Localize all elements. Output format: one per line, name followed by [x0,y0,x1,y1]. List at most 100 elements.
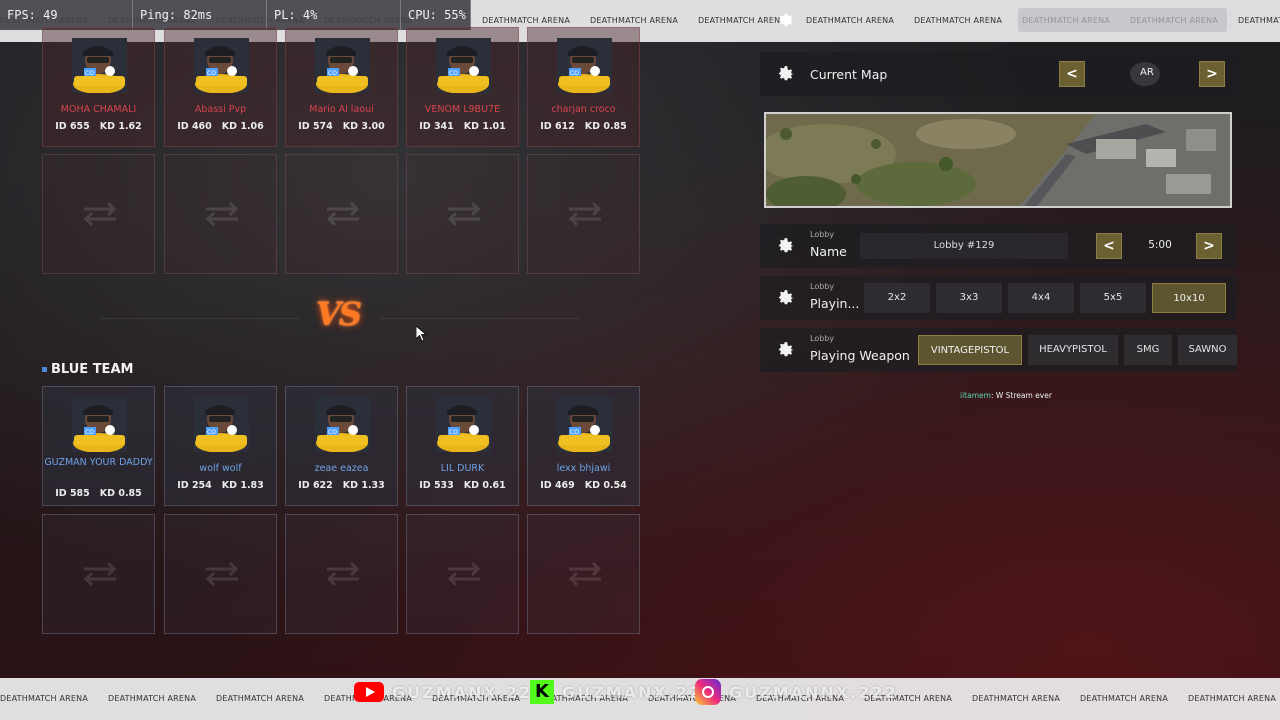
player-stats: ID 574 KD 3.00 [286,121,397,132]
red-empty-slot[interactable] [42,154,155,274]
playing-mode-sublabel: Lobby [810,282,835,291]
youtube-icon [354,682,384,702]
blue-empty-slot[interactable] [164,514,277,634]
mode-option-5x5[interactable]: 5x5 [1080,283,1146,313]
packet-loss-counter: PL: 4% [267,0,401,30]
swap-icon [323,199,363,229]
kick-icon: K [530,680,554,704]
swap-icon [202,199,242,229]
youtube-handle: GUZMANX.222 [354,678,545,706]
blue-team-dot [42,367,47,372]
instagram-handle: GUZMANNX.222 [695,678,898,706]
lobby-name-title: Name [810,244,847,259]
swap-icon [444,559,484,589]
blue-empty-slot[interactable] [42,514,155,634]
kick-handle: K GUZMANX.222 [530,678,715,706]
blue-player-card[interactable]: CO zeae eazea ID 622 KD 1.33 [285,386,398,506]
blue-player-card[interactable]: CO LIL DURK ID 533 KD 0.61 [406,386,519,506]
red-empty-slot[interactable] [406,154,519,274]
red-empty-slot[interactable] [164,154,277,274]
current-map-row: Current Map < AR > [760,52,1237,96]
map-next-button[interactable]: > [1199,61,1225,87]
svg-text:CO: CO [449,429,458,436]
blue-empty-slot[interactable] [406,514,519,634]
player-name: lexx bhjawi [556,463,611,474]
player-id: ID 622 [298,480,333,491]
player-name: zeae eazea [314,463,369,474]
ping-counter: Ping: 82ms [133,0,267,30]
player-kd: KD 0.85 [99,488,142,499]
swap-icon [323,559,363,589]
player-kd: KD 1.62 [99,121,142,132]
map-prev-button[interactable]: < [1059,61,1085,87]
red-player-card[interactable]: CO MOHA CHAMALI ID 655 KD 1.62 [42,27,155,147]
lobby-name-sublabel: Lobby [810,230,835,239]
blue-empty-slot[interactable] [285,514,398,634]
cpu-counter: CPU: 55% [401,0,471,30]
player-name: VENOM L9BU7E [424,104,501,115]
mode-option-3x3[interactable]: 3x3 [936,283,1002,313]
mode-option-2x2[interactable]: 2x2 [864,283,930,313]
player-id: ID 254 [177,480,212,491]
lobby-name-field[interactable]: Lobby #129 [860,233,1068,259]
red-player-card[interactable]: CO Mario Al laoui ID 574 KD 3.00 [285,27,398,147]
weapon-option-smg[interactable]: SMG [1124,335,1172,365]
red-player-card[interactable]: CO charjan croco ID 612 KD 0.85 [527,27,640,147]
weapon-option-heavypistol[interactable]: HEAVYPISTOL [1028,335,1118,365]
playing-weapon-sublabel: Lobby [810,334,835,343]
blue-player-card[interactable]: CO lexx bhjawi ID 469 KD 0.54 [527,386,640,506]
mode-option-4x4[interactable]: 4x4 [1008,283,1074,313]
weapon-option-vintagepistol[interactable]: VINTAGEPISTOL [918,335,1022,365]
player-kd: KD 1.33 [342,480,385,491]
svg-text:CO: CO [328,70,337,77]
player-avatar: CO [436,397,491,453]
player-id: ID 612 [540,121,575,132]
player-name: GUZMAN YOUR DADDY [44,457,153,468]
player-stats: ID 612 KD 0.85 [528,121,639,132]
mode-option-10x10[interactable]: 10x10 [1152,283,1226,313]
gear-icon [778,13,794,27]
swap-icon [80,199,120,229]
player-id: ID 341 [419,121,454,132]
swap-icon [565,199,605,229]
weapon-option-sawno[interactable]: SAWNO [1178,335,1237,365]
player-stats: ID 341 KD 1.01 [407,121,518,132]
player-id: ID 469 [540,480,575,491]
red-player-card[interactable]: CO Abassi Pvp ID 460 KD 1.06 [164,27,277,147]
swap-icon [565,559,605,589]
player-avatar: CO [194,397,249,453]
map-preview-image [764,112,1232,208]
player-stats: ID 585 KD 0.85 [43,488,154,499]
player-kd: KD 1.01 [463,121,506,132]
playing-mode-row: Lobby Playin... 2x2 3x3 4x4 5x5 10x10 [760,276,1237,320]
versus-logo: VS [316,295,362,333]
blue-empty-slot[interactable] [527,514,640,634]
player-kd: KD 0.85 [584,121,627,132]
playing-weapon-title: Playing Weapon [810,348,910,363]
time-prev-button[interactable]: < [1096,233,1122,259]
player-avatar: CO [557,38,612,94]
blue-player-card[interactable]: CO GUZMAN YOUR DADDY ID 585 KD 0.85 [42,386,155,506]
red-empty-slot[interactable] [285,154,398,274]
player-name: Mario Al laoui [309,104,374,115]
swap-icon [80,559,120,589]
red-player-card[interactable]: CO VENOM L9BU7E ID 341 KD 1.01 [406,27,519,147]
gear-icon [778,238,794,253]
player-kd: KD 1.06 [221,121,264,132]
time-next-button[interactable]: > [1196,233,1222,259]
red-empty-slot[interactable] [527,154,640,274]
chat-message: iitamem: W Stream ever [960,391,1052,400]
player-stats: ID 622 KD 1.33 [286,480,397,491]
player-stats: ID 655 KD 1.62 [43,121,154,132]
vs-divider-left [100,318,300,319]
svg-text:CO: CO [85,70,94,77]
player-id: ID 460 [177,121,212,132]
player-stats: ID 533 KD 0.61 [407,480,518,491]
player-kd: KD 3.00 [342,121,385,132]
player-avatar: CO [194,38,249,94]
blue-player-card[interactable]: CO wolf wolf ID 254 KD 1.83 [164,386,277,506]
bottom-overlay-bar: DEATHMATCH ARENA DEATHMATCH ARENA DEATHMAT… [0,678,1280,720]
mouse-cursor-icon [416,326,428,342]
player-name: Abassi Pvp [194,104,247,115]
player-name: wolf wolf [199,463,242,474]
